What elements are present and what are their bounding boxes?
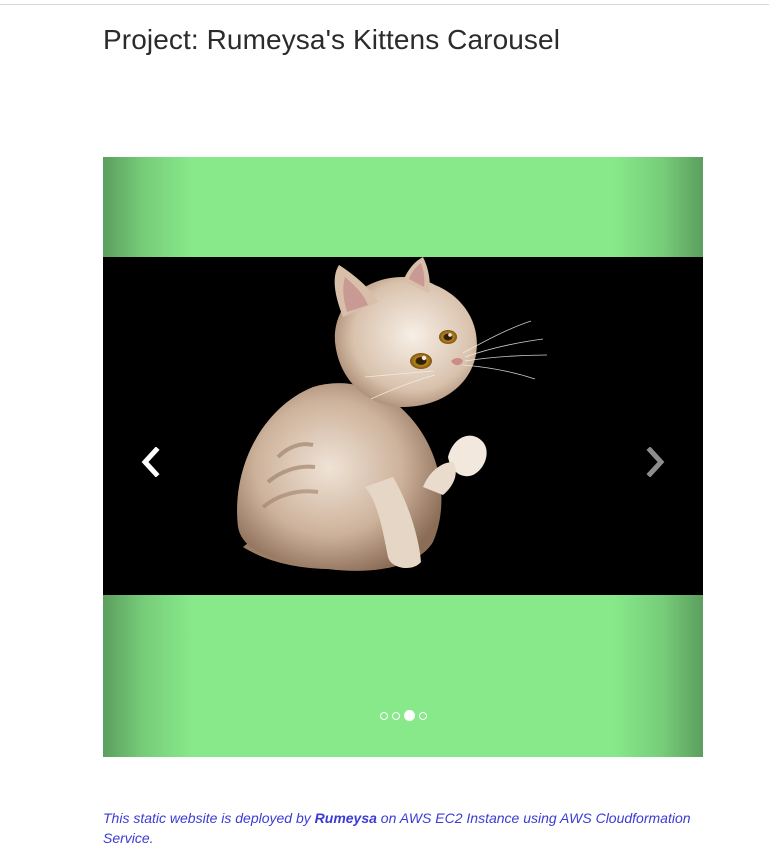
carousel-next-button[interactable] — [625, 427, 685, 497]
deployment-note: This static website is deployed by Rumey… — [103, 808, 703, 848]
carousel-indicators — [103, 710, 703, 721]
carousel-indicator-2[interactable] — [391, 711, 400, 720]
chevron-right-icon — [646, 447, 665, 477]
page-title: Project: Rumeysa's Kittens Carousel — [103, 24, 561, 55]
footer-prefix: This static website is deployed by — [103, 810, 315, 826]
kitten-image — [103, 257, 703, 595]
carousel-indicator-1[interactable] — [379, 711, 388, 720]
carousel-indicator-3-active[interactable] — [403, 710, 415, 721]
footer-author: Rumeysa — [314, 810, 377, 826]
chevron-left-icon — [141, 447, 160, 477]
carousel-indicator-4[interactable] — [418, 711, 427, 720]
kittens-carousel[interactable] — [103, 157, 703, 757]
carousel-prev-button[interactable] — [121, 427, 181, 497]
top-border — [0, 0, 769, 5]
carousel-slide-image — [103, 257, 703, 595]
